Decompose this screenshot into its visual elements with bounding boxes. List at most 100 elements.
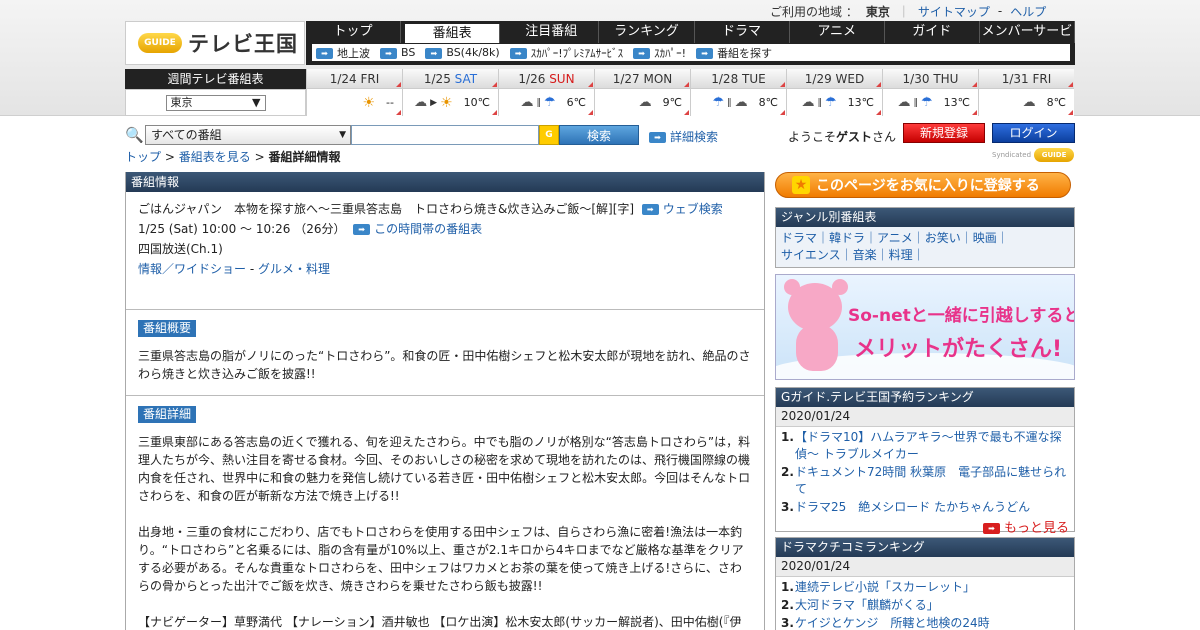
- search-input[interactable]: [351, 125, 539, 145]
- arrow-icon: ➡: [509, 48, 527, 59]
- star-icon: ★: [792, 176, 810, 194]
- cloud-icon: ☁: [638, 95, 652, 110]
- advanced-search-link[interactable]: ➡ 詳細検索: [649, 128, 718, 145]
- ranking-item[interactable]: 1. 【ドラマ10】ハムラアキラ〜世界で最も不運な探偵〜 トラブルメイカー: [781, 429, 1069, 463]
- day-column[interactable]: 1/30 THU ☁ ‖ ☂ 13℃: [882, 69, 978, 116]
- overview-section: 番組概要 三重県答志島の脂がノリにのった“トロさわら”。和食の匠・田中佑樹シェフ…: [126, 310, 764, 396]
- ranking-item[interactable]: 2. 大河ドラマ「麒麟がくる」: [781, 597, 1069, 614]
- sun-icon: ☀: [440, 94, 453, 111]
- temperature: 13℃: [943, 96, 970, 109]
- nav-tab[interactable]: ガイド: [885, 21, 980, 43]
- g-guide-logo-icon: GUIDE: [138, 33, 182, 53]
- sub-nav-item[interactable]: ➡ 地上波: [316, 45, 370, 61]
- day-header[interactable]: 1/30 THU: [883, 69, 978, 89]
- day-header[interactable]: 1/29 WED: [787, 69, 882, 89]
- nav-tab[interactable]: 番組表: [405, 24, 501, 43]
- genre-main-link[interactable]: 情報／ワイドショー: [138, 262, 246, 276]
- genre-links[interactable]: ドラマ｜韓ドラ｜アニメ｜お笑い｜映画｜: [781, 230, 1069, 247]
- temperature: 6℃: [566, 96, 586, 109]
- day-header[interactable]: 1/26 SUN: [499, 69, 594, 89]
- day-column[interactable]: 1/27 MON ☁ 9℃: [594, 69, 690, 116]
- cloud-icon: ☁: [414, 95, 428, 110]
- temperature: 8℃: [758, 96, 778, 109]
- region-select[interactable]: 東京 ▼: [165, 94, 266, 111]
- login-button[interactable]: ログイン: [992, 123, 1075, 143]
- sub-nav-item[interactable]: ➡ 番組を探す: [696, 45, 772, 61]
- sub-nav-item[interactable]: ➡ ｽｶﾊﾟｰ!ﾌﾟﾚﾐｱﾑｻｰﾋﾞｽ: [509, 45, 623, 61]
- sub-nav: ➡ 地上波 ➡ BS ➡ BS(4k/8k) ➡ ｽｶﾊﾟｰ!ﾌﾟﾚﾐｱﾑｻｰﾋﾞｽ ➡ ｽｶﾊﾟ…: [312, 44, 1070, 61]
- breadcrumb-top[interactable]: トップ: [125, 150, 161, 164]
- day-column[interactable]: 1/31 FRI ☁ 8℃: [978, 69, 1074, 116]
- cloud-icon: ☁: [897, 95, 911, 110]
- bear-mascot-icon: [788, 283, 842, 331]
- arrow-icon: ➡: [982, 523, 1000, 534]
- program-channel: 四国放送(Ch.1): [138, 242, 223, 256]
- sub-nav-item[interactable]: ➡ BS: [380, 46, 415, 59]
- day-column[interactable]: 1/26 SUN ☁ ‖ ☂ 6℃: [498, 69, 594, 116]
- drama-ranking: ドラマクチコミランキング 2020/01/24 1. 連続テレビ小説「スカーレット…: [775, 537, 1075, 630]
- ranking-item[interactable]: 3. ケイジとケンジ 所轄と地検の24時: [781, 615, 1069, 630]
- weekly-weather-bar: 週間テレビ番組表 東京 ▼ 1/24 FRI ☀ -- 1/25 SAT ☁ ▶ ☀ 10℃ 1/…: [125, 69, 1075, 116]
- day-column[interactable]: 1/24 FRI ☀ --: [306, 69, 402, 116]
- day-header[interactable]: 1/27 MON: [595, 69, 690, 89]
- region-label: ご利用の地域 ：: [770, 4, 858, 19]
- time-schedule-link[interactable]: この時間帯の番組表: [374, 222, 482, 236]
- region-value: 東京: [865, 4, 890, 19]
- register-button[interactable]: 新規登録: [903, 123, 985, 143]
- detail-paragraph: 【ナビゲーター】草野満代 【ナレーション】酒井敏也 【ロケ出演】松木安太郎(サッ…: [138, 615, 742, 629]
- cloud-icon: ☁: [734, 95, 748, 110]
- breadcrumb-schedule[interactable]: 番組表を見る: [179, 150, 251, 164]
- genre-sub-link[interactable]: グルメ・料理: [258, 262, 330, 276]
- ranking-item[interactable]: 1. 連続テレビ小説「スカーレット」: [781, 579, 1069, 596]
- add-favorite-button[interactable]: ★ このページをお気に入りに登録する: [775, 172, 1071, 198]
- detail-paragraph: 三重県東部にある答志島の近くで獲れる、旬を迎えたさわら。中でも脂のノリが格別な“…: [138, 435, 751, 503]
- sub-nav-item[interactable]: ➡ BS(4k/8k): [425, 46, 500, 59]
- temperature: --: [386, 96, 394, 109]
- nav-tab[interactable]: 注目番組: [504, 21, 600, 43]
- day-header[interactable]: 1/24 FRI: [307, 69, 402, 89]
- overview-label: 番組概要: [138, 320, 197, 337]
- day-header[interactable]: 1/28 TUE: [691, 69, 786, 89]
- day-column[interactable]: 1/29 WED ☁ ‖ ☂ 13℃: [786, 69, 882, 116]
- day-column[interactable]: 1/28 TUE ☂ ‖ ☁ 8℃: [690, 69, 786, 116]
- sitemap-link[interactable]: サイトマップ: [918, 3, 990, 20]
- ranking-title: Gガイド.テレビ王国予約ランキング: [776, 388, 1074, 407]
- temperature: 13℃: [847, 96, 874, 109]
- umbrella-icon: ☂: [543, 95, 556, 110]
- caret-down-icon: ▼: [252, 95, 261, 109]
- sub-nav-item[interactable]: ➡ ｽｶﾊﾟｰ!: [633, 45, 686, 61]
- day-column[interactable]: 1/25 SAT ☁ ▶ ☀ 10℃: [402, 69, 498, 116]
- ranking-item[interactable]: 2. ドキュメント72時間 秋葉原 電子部品に魅せられて: [781, 464, 1069, 498]
- divider-icon: ‖: [536, 97, 541, 108]
- search-category-select[interactable]: すべての番組 ▼: [145, 125, 351, 145]
- arrow-icon: ➡: [316, 48, 333, 59]
- ranking-title: ドラマクチコミランキング: [776, 538, 1074, 557]
- arrow-icon: ➡: [641, 204, 659, 215]
- web-search-link[interactable]: ウェブ検索: [663, 202, 723, 216]
- search-button[interactable]: 検索: [559, 125, 639, 145]
- ranking-date: 2020/01/24: [776, 557, 1074, 577]
- logo-text: テレビ王国: [188, 32, 298, 56]
- day-weather: ☂ ‖ ☁ 8℃: [691, 89, 786, 116]
- day-header[interactable]: 1/31 FRI: [979, 69, 1074, 89]
- nav-tab[interactable]: トップ: [306, 21, 402, 43]
- nav-tab[interactable]: アニメ: [790, 21, 885, 43]
- cloud-icon: ☁: [1022, 95, 1036, 110]
- so-net-banner[interactable]: So-netと一緒に引越しすると メリットがたくさん!: [775, 274, 1075, 380]
- nav-tab[interactable]: メンバーサービス: [980, 21, 1075, 61]
- day-weather: ☁ 9℃: [595, 89, 690, 116]
- help-link[interactable]: ヘルプ: [1010, 3, 1046, 20]
- more-link[interactable]: ➡ もっと見る: [776, 517, 1074, 538]
- utility-bar: ご利用の地域 ： 東京 ｜ サイトマップ - ヘルプ: [770, 3, 1047, 20]
- temperature: 10℃: [463, 96, 490, 109]
- day-weather: ☁ ‖ ☂ 6℃: [499, 89, 594, 116]
- nav-tab[interactable]: ドラマ: [695, 21, 790, 43]
- nav-tab[interactable]: ランキング: [599, 21, 695, 43]
- site-logo[interactable]: GUIDE テレビ王国: [125, 21, 305, 65]
- ranking-item[interactable]: 3. ドラマ25 絶メシロード たかちゃんうどん: [781, 499, 1069, 516]
- divider-icon: ‖: [817, 97, 822, 108]
- program-title: ごはんジャパン 本物を探す旅へ～三重県答志島 トロさわら焼き&炊き込みご飯～[解…: [138, 202, 635, 216]
- genre-links[interactable]: サイエンス｜音楽｜料理｜: [781, 247, 1069, 264]
- detail-section: 番組詳細 三重県東部にある答志島の近くで獲れる、旬を迎えたさわら。中でも脂のノリ…: [126, 396, 764, 630]
- day-header[interactable]: 1/25 SAT: [403, 69, 498, 89]
